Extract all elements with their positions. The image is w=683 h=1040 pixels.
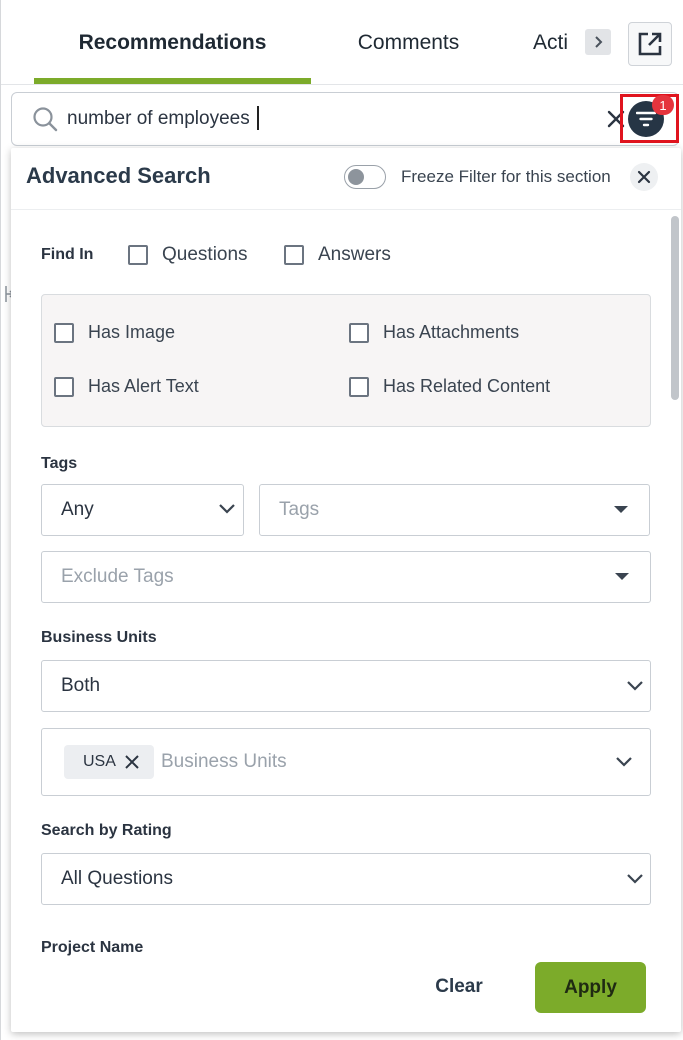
search-box — [11, 92, 679, 146]
answers-checkbox[interactable] — [284, 245, 304, 265]
content-filters-box: Has Image Has Attachments Has Alert Text… — [41, 294, 651, 427]
tags-match-value: Any — [61, 499, 94, 520]
advanced-search-panel: Advanced Search Freeze Filter for this s… — [11, 148, 681, 1032]
chevron-down-icon — [627, 874, 643, 884]
business-units-multiselect[interactable]: USA Business Units — [41, 728, 651, 796]
questions-label: Questions — [162, 244, 248, 265]
text-cursor — [257, 106, 259, 130]
apply-button[interactable]: Apply — [535, 962, 646, 1013]
project-name-label: Project Name — [41, 939, 144, 956]
close-icon[interactable] — [630, 163, 658, 191]
chevron-down-icon — [627, 681, 643, 691]
panel-title: Advanced Search — [26, 163, 211, 188]
panel-header: Advanced Search Freeze Filter for this s… — [11, 148, 681, 210]
freeze-filter-label: Freeze Filter for this section — [401, 167, 611, 186]
business-units-placeholder: Business Units — [161, 751, 287, 772]
chevron-right-icon[interactable] — [585, 29, 611, 55]
close-icon[interactable] — [124, 754, 140, 770]
filter-icon — [636, 111, 656, 127]
tab-label: Recommendations — [78, 30, 267, 54]
caret-down-icon — [614, 506, 628, 513]
tags-label: Tags — [41, 455, 78, 472]
has-related-content-label: Has Related Content — [383, 376, 551, 396]
tab-recommendations[interactable]: Recommendations — [34, 0, 311, 85]
has-alert-text-checkbox[interactable] — [54, 377, 74, 397]
business-units-scope-value: Both — [61, 675, 101, 696]
rating-select[interactable]: All Questions — [41, 853, 651, 905]
search-input[interactable] — [67, 103, 547, 135]
freeze-filter-toggle[interactable] — [344, 165, 386, 189]
business-unit-chip: USA — [64, 745, 154, 779]
tags-placeholder: Tags — [279, 499, 320, 520]
find-in-label: Find In — [41, 246, 94, 263]
questions-checkbox[interactable] — [128, 245, 148, 265]
tab-comments[interactable]: Comments — [331, 0, 486, 85]
toggle-knob — [348, 169, 364, 185]
has-related-content-checkbox[interactable] — [349, 377, 369, 397]
tab-activity[interactable]: Acti — [533, 0, 593, 85]
tab-label: Comments — [357, 30, 460, 54]
tab-bar: Recommendations Comments Acti — [1, 0, 683, 85]
has-image-checkbox[interactable] — [54, 323, 74, 343]
exclude-tags-select[interactable]: Exclude Tags — [41, 551, 651, 603]
clear-button[interactable]: Clear — [414, 962, 504, 1012]
search-by-rating-label: Search by Rating — [41, 822, 172, 839]
chevron-down-icon — [616, 757, 632, 767]
filter-count-badge: 1 — [652, 95, 674, 115]
rating-value: All Questions — [61, 868, 173, 889]
tab-label: Acti — [533, 30, 569, 54]
has-attachments-checkbox[interactable] — [349, 323, 369, 343]
tags-select[interactable]: Tags — [259, 484, 650, 536]
tags-match-select[interactable]: Any — [41, 484, 244, 536]
caret-down-icon — [615, 573, 629, 580]
chip-label: USA — [83, 753, 116, 770]
has-image-label: Has Image — [88, 322, 176, 342]
external-link-icon[interactable] — [628, 22, 672, 66]
chevron-down-icon — [219, 504, 235, 514]
scrollbar-thumb[interactable] — [671, 216, 679, 400]
has-attachments-label: Has Attachments — [383, 322, 520, 342]
business-units-scope-select[interactable]: Both — [41, 660, 651, 712]
active-tab-indicator — [34, 78, 311, 84]
search-icon — [32, 106, 58, 137]
answers-label: Answers — [318, 244, 391, 265]
exclude-tags-placeholder: Exclude Tags — [61, 566, 174, 587]
business-units-label: Business Units — [41, 629, 157, 646]
has-alert-text-label: Has Alert Text — [88, 376, 199, 396]
app-page: Recommendations Comments Acti number of … — [0, 0, 683, 1040]
